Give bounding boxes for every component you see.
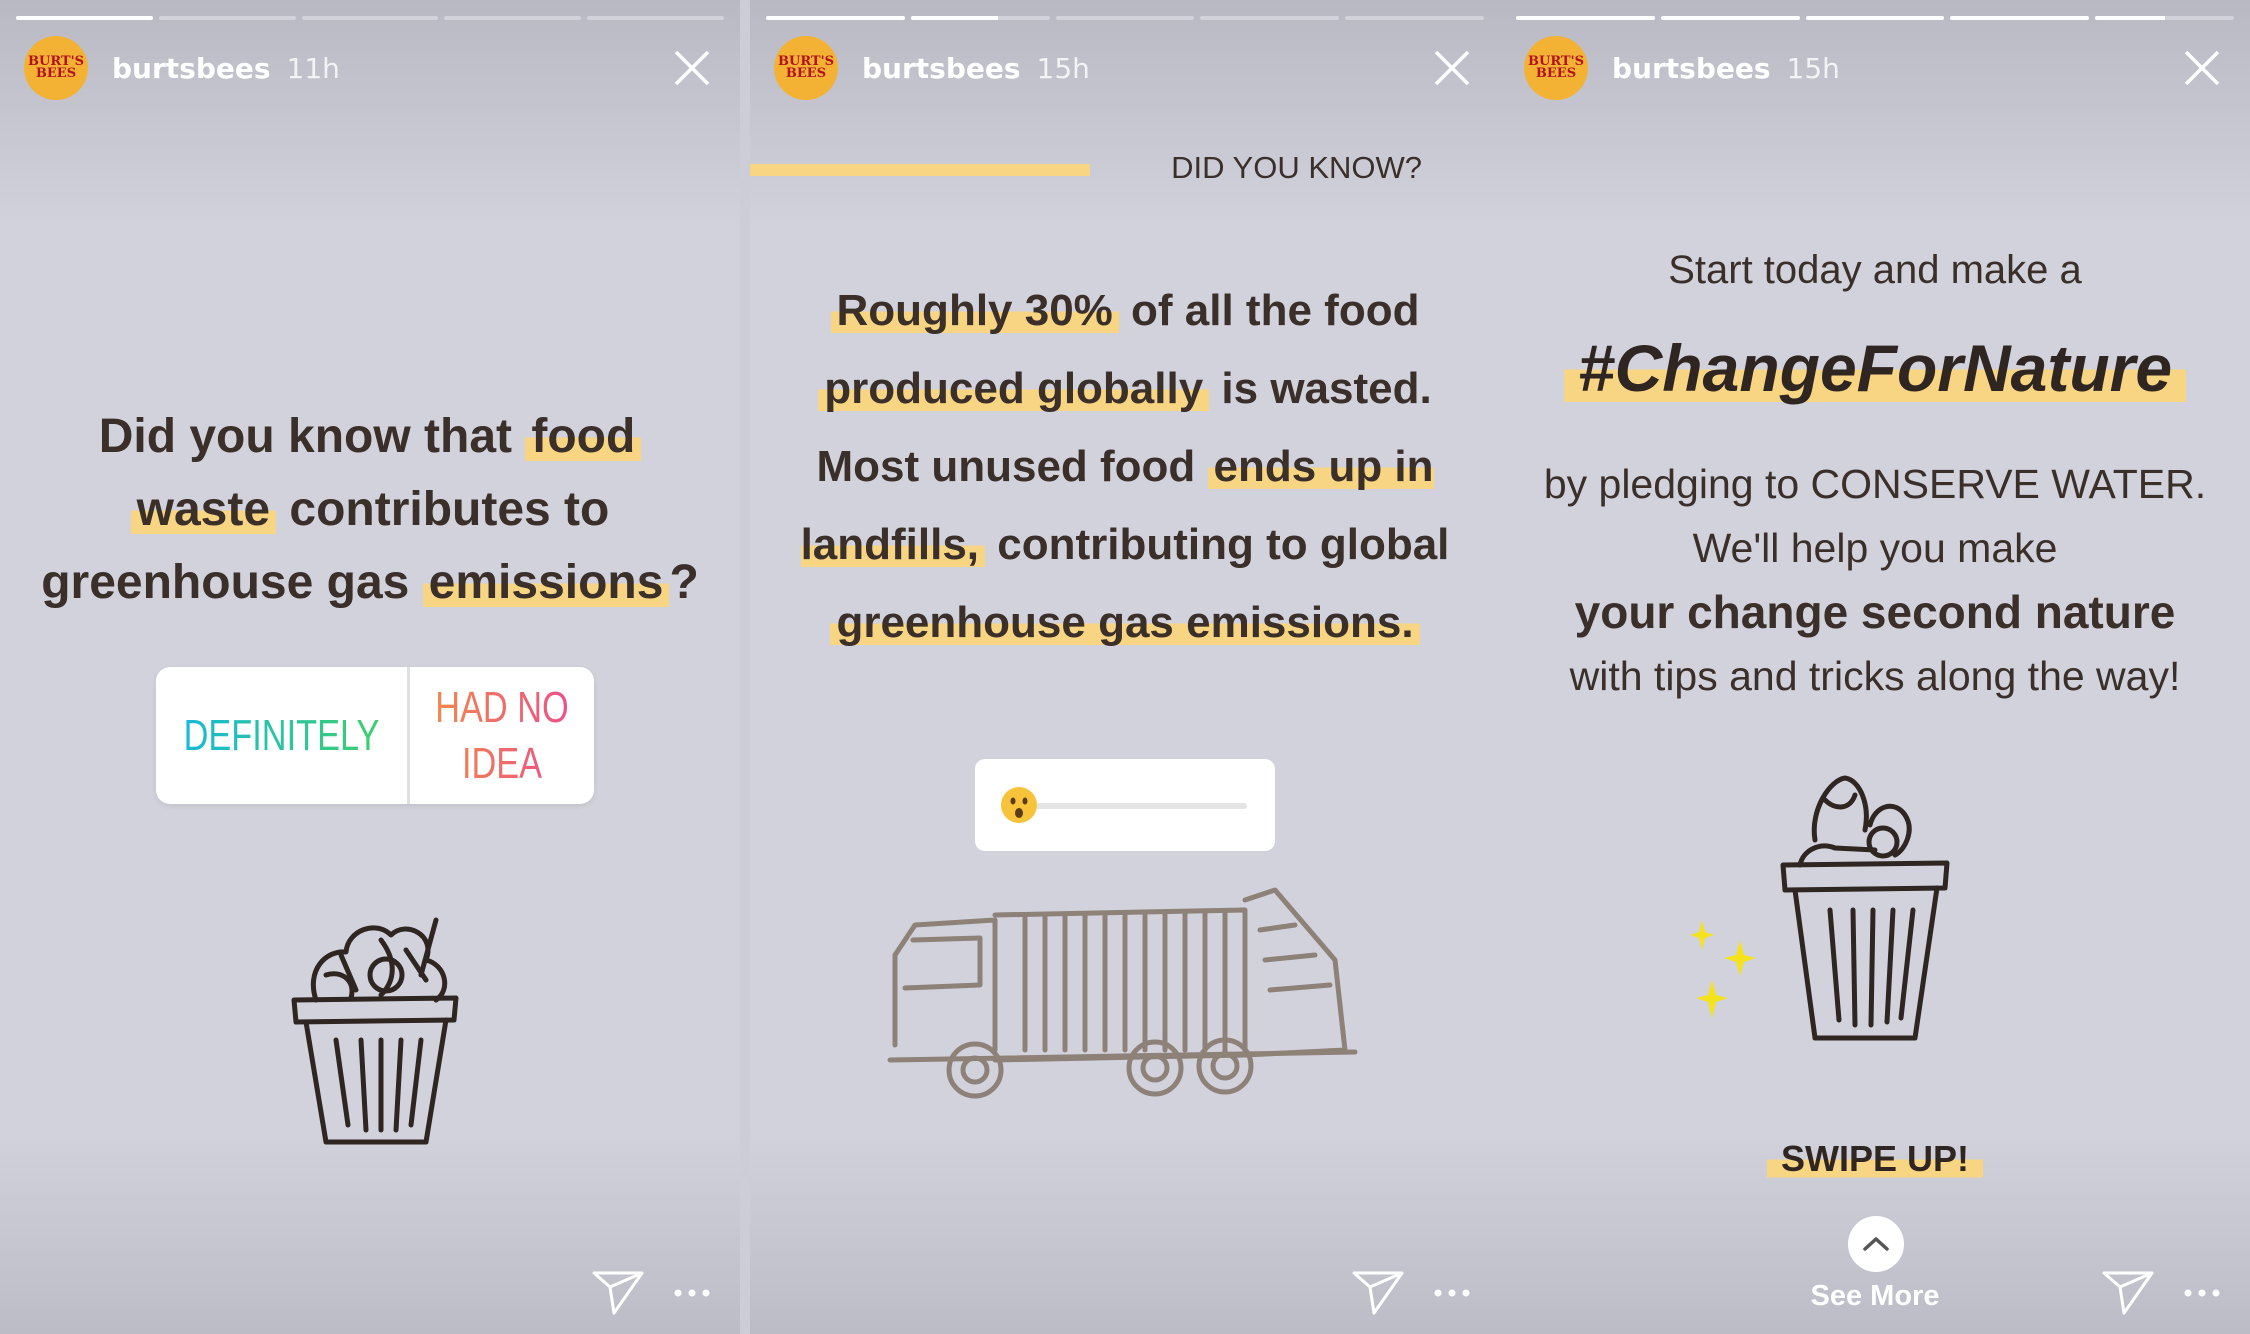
more-options-icon[interactable] <box>2182 1283 2222 1303</box>
send-icon[interactable] <box>592 1270 644 1316</box>
intro-text: Start today and make a <box>1668 248 2082 292</box>
trash-can-icon <box>291 917 459 1145</box>
highlight-word: emissions <box>422 556 670 609</box>
highlight-phrase: greenhouse gas emissions. <box>830 598 1420 647</box>
story-panel-3[interactable]: BURT'S BEES burtsbees 15h Start today an… <box>1500 0 2250 1334</box>
pledge-bold-line: your change second nature <box>1574 586 2176 638</box>
trash-can-icon <box>1780 775 1950 1041</box>
poll-sticker: DEFINITELY HAD NO IDEA <box>156 667 594 804</box>
hashtag-text: #ChangeForNature <box>1563 331 2187 405</box>
progress-segment <box>158 16 296 20</box>
emoji-slider[interactable] <box>975 759 1275 851</box>
highlight-word: waste <box>130 483 277 536</box>
progress-segment <box>1516 16 1655 20</box>
username[interactable]: burtsbees <box>862 52 1021 85</box>
more-options-icon[interactable] <box>1432 1283 1472 1303</box>
avatar[interactable]: BURT'S BEES <box>1524 36 1588 100</box>
highlight-phrase: produced globally <box>818 364 1210 413</box>
accent-bar <box>750 164 1090 176</box>
fact-segment: of all the food <box>1118 286 1420 335</box>
sparkle-icon <box>1690 920 1756 1018</box>
swipe-up-text: SWIPE UP! <box>1766 1138 1983 1179</box>
garbage-truck-icon <box>887 887 1358 1099</box>
highlight-word: food <box>525 410 642 463</box>
slider-track[interactable] <box>1031 803 1247 809</box>
username[interactable]: burtsbees <box>1612 52 1771 85</box>
story-header: BURT'S BEES burtsbees 15h <box>774 36 1476 100</box>
post-time: 15h <box>1036 51 1090 85</box>
send-icon[interactable] <box>2102 1270 2154 1316</box>
story-footer <box>2102 1270 2222 1316</box>
progress-segment <box>1950 16 2090 20</box>
avatar[interactable]: BURT'S BEES <box>774 36 838 100</box>
surprised-face-icon[interactable] <box>999 785 1039 825</box>
highlight-phrase: Roughly 30% <box>830 286 1119 335</box>
progress-segment <box>910 16 1050 20</box>
logo-text: BEES <box>785 66 827 81</box>
question-text: Did you know that <box>98 410 526 463</box>
post-time: 11h <box>286 51 340 85</box>
progress-segment <box>1055 16 1195 20</box>
logo-text: BEES <box>1535 66 1577 81</box>
logo-text: BEES <box>35 66 77 81</box>
see-more-button[interactable] <box>1848 1216 1904 1272</box>
pledge-text: by pledging to CONSERVE WATER. We'll hel… <box>1520 452 2230 708</box>
story-progress <box>1516 16 2234 20</box>
poll-divider <box>407 667 411 804</box>
fact-segment: contributing to global <box>985 520 1450 569</box>
hashtag: #ChangeForNature <box>1500 330 2250 406</box>
progress-segment <box>1660 16 1800 20</box>
story-footer <box>1352 1270 1472 1316</box>
story-header: BURT'S BEES burtsbees 11h <box>24 36 716 100</box>
username[interactable]: burtsbees <box>112 52 271 85</box>
progress-segment <box>16 16 153 20</box>
fact-text: Roughly 30% of all the food produced glo… <box>790 272 1460 662</box>
story-progress <box>16 16 724 20</box>
send-icon[interactable] <box>1352 1270 1404 1316</box>
chevron-up-icon <box>1863 1237 1889 1251</box>
progress-segment <box>444 16 582 20</box>
close-icon[interactable] <box>1432 48 1472 88</box>
story-question: Did you know that food waste contributes… <box>30 400 710 619</box>
story-panel-1[interactable]: BURT'S BEES burtsbees 11h Did you know t… <box>0 0 740 1334</box>
did-you-know-label: DID YOU KNOW? <box>1171 150 1422 185</box>
question-text: ? <box>669 556 699 609</box>
progress-segment <box>1805 16 1945 20</box>
avatar[interactable]: BURT'S BEES <box>24 36 88 100</box>
story-footer <box>592 1270 712 1316</box>
more-options-icon[interactable] <box>672 1283 712 1303</box>
pledge-line: with tips and tricks along the way! <box>1569 653 2181 699</box>
poll-option-had-no-idea[interactable]: HAD NO IDEA <box>430 667 574 804</box>
progress-segment <box>1200 16 1340 20</box>
progress-segment <box>587 16 724 20</box>
progress-segment <box>301 16 439 20</box>
progress-segment <box>2095 16 2234 20</box>
poll-option-definitely[interactable]: DEFINITELY <box>184 667 380 804</box>
post-time: 15h <box>1786 51 1840 85</box>
close-icon[interactable] <box>2182 48 2222 88</box>
pledge-line: by pledging to CONSERVE WATER. We'll hel… <box>1543 461 2207 571</box>
story-progress <box>766 16 1484 20</box>
progress-segment <box>766 16 905 20</box>
story-header: BURT'S BEES burtsbees 15h <box>1524 36 2226 100</box>
story-panel-2[interactable]: BURT'S BEES burtsbees 15h DID YOU KNOW? … <box>750 0 1500 1334</box>
swipe-up-label: SWIPE UP! <box>1500 1138 2250 1180</box>
progress-segment <box>1345 16 1484 20</box>
close-icon[interactable] <box>672 48 712 88</box>
